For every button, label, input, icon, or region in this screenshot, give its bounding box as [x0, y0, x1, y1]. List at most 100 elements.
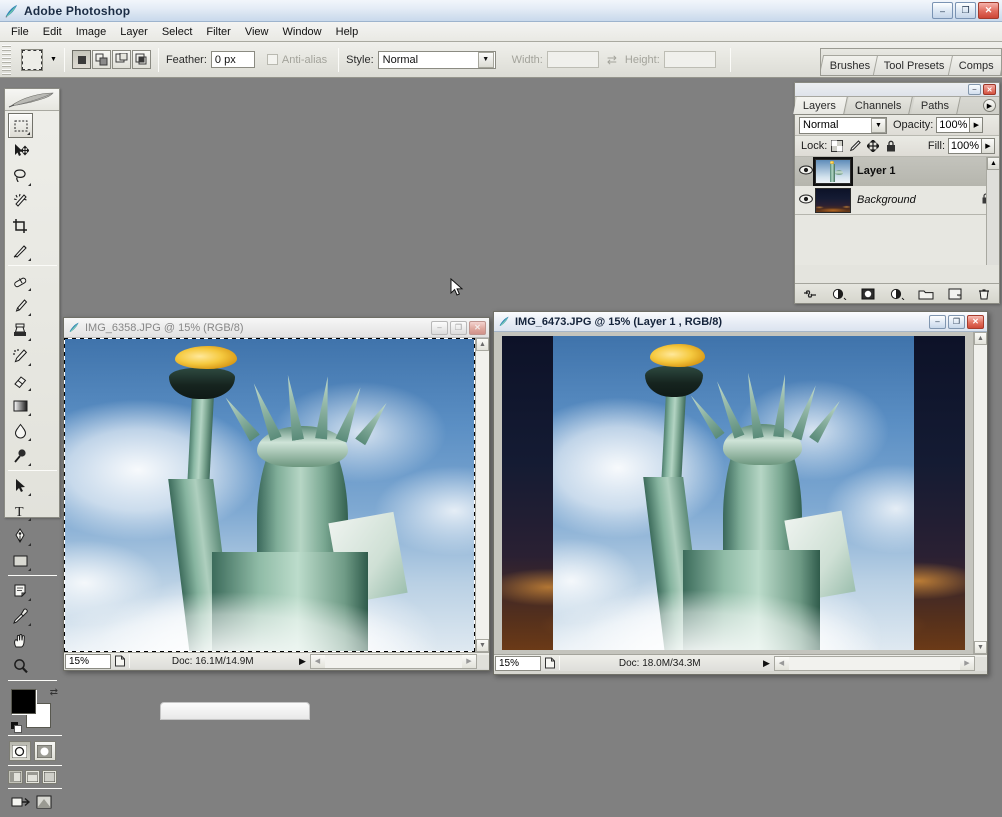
scroll-left-icon[interactable]: ◀: [774, 656, 789, 670]
document-canvas-img-6473[interactable]: ▲ ▼: [494, 332, 987, 654]
menu-edit[interactable]: Edit: [36, 23, 69, 41]
palette-menu-icon[interactable]: ▶: [983, 99, 996, 112]
scroll-up-icon[interactable]: ▲: [476, 338, 489, 351]
imageready-logo[interactable]: [35, 794, 53, 813]
vertical-scrollbar[interactable]: ▲ ▼: [973, 332, 987, 654]
rectangular-marquee-tool[interactable]: [8, 113, 33, 138]
resize-grip[interactable]: [477, 654, 489, 668]
lasso-tool[interactable]: [8, 163, 33, 188]
full-screen-with-menubar-button[interactable]: [24, 770, 40, 784]
layer-style-button[interactable]: [830, 286, 848, 302]
style-select[interactable]: Normal ▼: [377, 50, 496, 69]
document-titlebar[interactable]: IMG_6358.JPG @ 15% (RGB/8) – ❐ ✕: [64, 318, 489, 338]
default-colors-icon[interactable]: [11, 722, 22, 733]
adjustment-layer-button[interactable]: [888, 286, 906, 302]
slice-tool[interactable]: [8, 238, 33, 263]
blend-mode-select[interactable]: Normal ▼: [799, 116, 887, 134]
brush-tool[interactable]: [8, 293, 33, 318]
jump-to-button[interactable]: [11, 794, 31, 813]
swap-colors-icon[interactable]: ⇄: [50, 687, 58, 698]
menu-file[interactable]: File: [4, 23, 36, 41]
hand-tool[interactable]: [8, 628, 33, 653]
lock-position-icon[interactable]: [866, 139, 880, 153]
chevron-down-icon[interactable]: ▼: [50, 56, 57, 63]
new-layer-button[interactable]: [946, 286, 964, 302]
status-menu-icon[interactable]: ▶: [760, 658, 774, 669]
tab-layers[interactable]: Layers: [793, 97, 848, 114]
document-info-icon[interactable]: [111, 654, 129, 669]
eye-icon[interactable]: [797, 194, 815, 207]
menu-image[interactable]: Image: [69, 23, 114, 41]
taskbar-window-button[interactable]: [160, 702, 310, 720]
layers-palette-minimize-button[interactable]: –: [968, 84, 981, 95]
horizontal-scrollbar[interactable]: ◀ ▶: [773, 655, 975, 671]
full-screen-mode-button[interactable]: [41, 770, 57, 784]
notes-tool[interactable]: [8, 578, 33, 603]
horizontal-scrollbar[interactable]: ◀ ▶: [309, 653, 477, 669]
lock-transparency-icon[interactable]: [830, 139, 844, 153]
pen-tool[interactable]: [8, 523, 33, 548]
layer-row-layer-1[interactable]: Layer 1: [795, 157, 999, 186]
menu-window[interactable]: Window: [276, 23, 329, 41]
lock-image-icon[interactable]: [848, 139, 862, 153]
standard-mode-button[interactable]: [8, 741, 31, 761]
new-selection-button[interactable]: [71, 50, 91, 69]
layer-thumbnail[interactable]: [813, 157, 853, 186]
resize-grip[interactable]: [975, 656, 987, 670]
layers-palette-titlebar[interactable]: – ✕: [795, 83, 999, 97]
anti-alias-checkbox[interactable]: [266, 54, 278, 65]
opacity-input[interactable]: 100%: [936, 117, 971, 133]
restore-button[interactable]: ❐: [948, 314, 965, 329]
tab-paths[interactable]: Paths: [910, 97, 961, 114]
minimize-button[interactable]: –: [932, 2, 953, 19]
eyedropper-tool[interactable]: [8, 603, 33, 628]
layer-thumbnail[interactable]: [815, 187, 851, 213]
move-tool[interactable]: [8, 138, 33, 163]
document-window-img-6358[interactable]: IMG_6358.JPG @ 15% (RGB/8) – ❐ ✕ ▲ ▼ 15%…: [63, 317, 490, 671]
palette-tab-brushes[interactable]: Brushes: [821, 55, 882, 75]
gradient-tool[interactable]: [8, 393, 33, 418]
scroll-down-icon[interactable]: ▼: [476, 639, 489, 652]
document-window-img-6473[interactable]: IMG_6473.JPG @ 15% (Layer 1 , RGB/8) – ❐…: [493, 311, 988, 675]
feather-input[interactable]: 0 px: [210, 51, 255, 68]
opacity-slider-button[interactable]: ▶: [970, 117, 984, 133]
palette-tab-tool-presets[interactable]: Tool Presets: [873, 55, 957, 75]
chevron-down-icon[interactable]: ▼: [477, 51, 494, 68]
history-brush-tool[interactable]: [8, 343, 33, 368]
vertical-scrollbar[interactable]: ▲ ▼: [475, 338, 489, 652]
height-input[interactable]: [663, 51, 716, 68]
delete-layer-button[interactable]: [975, 286, 993, 302]
menu-filter[interactable]: Filter: [199, 23, 237, 41]
scroll-right-icon[interactable]: ▶: [960, 656, 974, 670]
layer-mask-button[interactable]: [859, 286, 877, 302]
layers-scrollbar[interactable]: ▲: [986, 157, 999, 265]
path-selection-tool[interactable]: [8, 473, 33, 498]
fill-slider-button[interactable]: ▶: [982, 138, 995, 154]
document-canvas-img-6358[interactable]: ▲ ▼: [64, 338, 489, 652]
clone-stamp-tool[interactable]: [8, 318, 33, 343]
dodge-tool[interactable]: [8, 443, 33, 468]
quick-mask-mode-button[interactable]: [33, 741, 56, 761]
swap-arrows-icon[interactable]: ⇄: [607, 53, 617, 67]
scroll-left-icon[interactable]: ◀: [310, 654, 325, 668]
eye-icon[interactable]: [797, 165, 815, 178]
crop-tool[interactable]: [8, 213, 33, 238]
tool-preset-picker[interactable]: ▼: [21, 48, 57, 71]
zoom-level-input[interactable]: 15%: [495, 655, 541, 671]
scroll-right-icon[interactable]: ▶: [462, 654, 476, 668]
foreground-color-swatch[interactable]: [11, 689, 36, 714]
eraser-tool[interactable]: [8, 368, 33, 393]
minimize-button[interactable]: –: [431, 320, 448, 335]
menu-select[interactable]: Select: [155, 23, 200, 41]
restore-button[interactable]: ❐: [955, 2, 976, 19]
blur-tool[interactable]: [8, 418, 33, 443]
scroll-up-icon[interactable]: ▲: [974, 332, 987, 345]
width-input[interactable]: [546, 51, 599, 68]
restore-button[interactable]: ❐: [450, 320, 467, 335]
healing-brush-tool[interactable]: [8, 268, 33, 293]
intersect-with-selection-button[interactable]: [131, 50, 151, 69]
minimize-button[interactable]: –: [929, 314, 946, 329]
zoom-tool[interactable]: [8, 653, 33, 678]
document-info-icon[interactable]: [541, 656, 559, 671]
close-button[interactable]: ✕: [469, 320, 486, 335]
